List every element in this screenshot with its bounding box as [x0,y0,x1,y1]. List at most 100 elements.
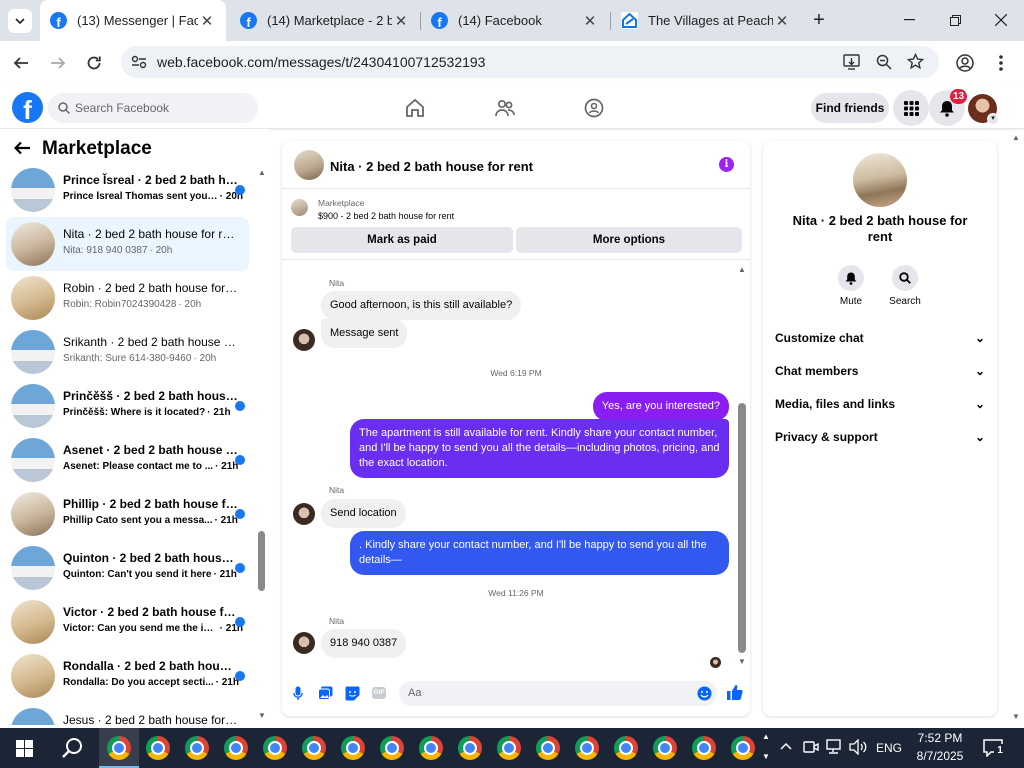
listing-thumbnail[interactable] [291,199,308,216]
scrollbar-thumb[interactable] [258,531,265,591]
chat-avatar[interactable] [294,150,324,180]
close-tab-icon[interactable]: ✕ [581,12,599,30]
photo-icon[interactable] [318,686,333,700]
network-icon[interactable] [826,739,844,755]
address-bar[interactable]: web.facebook.com/messages/t/243041007125… [121,46,939,78]
listing-avatar[interactable] [11,492,55,536]
page-scroll-down-icon[interactable]: ▼ [1012,712,1020,721]
conversation-row[interactable]: Nita · 2 bed 2 bath house for rent Nita: … [6,217,249,271]
gif-icon[interactable]: GIF [372,687,386,699]
chrome-taskbar-icon[interactable] [575,736,599,760]
zoom-icon[interactable] [876,54,892,70]
outgoing-message[interactable]: The apartment is still available for ren… [350,419,729,478]
back-arrow-icon[interactable] [13,55,29,71]
conversation-row[interactable]: Quinton · 2 bed 2 bath house for rent Qui… [6,541,249,595]
conversation-row[interactable]: Prince Ĭsreal · 2 bed 2 bath house for r… [6,163,249,217]
clock-date[interactable]: 8/7/2025 [908,749,972,763]
windows-start-icon[interactable] [16,740,33,757]
meet-now-icon[interactable] [803,739,819,755]
sender-avatar[interactable] [293,329,315,351]
microphone-icon[interactable] [293,686,303,701]
listing-avatar[interactable] [11,438,55,482]
listing-avatar[interactable] [11,546,55,590]
conversation-row[interactable]: Asenet · 2 bed 2 bath house for rent Asen… [6,433,249,487]
sender-avatar[interactable] [293,503,315,525]
chrome-taskbar-icon[interactable] [263,736,287,760]
friends-icon[interactable] [495,98,515,118]
emoji-icon[interactable] [697,686,712,701]
language-indicator[interactable]: ENG [876,741,902,755]
chrome-taskbar-icon[interactable] [302,736,326,760]
privacy-support-section[interactable]: Privacy & support ⌄ [775,430,985,444]
chrome-taskbar-icon[interactable] [380,736,404,760]
scroll-up-icon[interactable]: ▲ [738,265,746,274]
close-tab-icon[interactable]: ✕ [198,12,216,30]
conversation-row[interactable]: Rondalla · 2 bed 2 bath house for rent Ro… [6,649,249,703]
chrome-taskbar-icon[interactable] [419,736,443,760]
listing-avatar[interactable] [11,654,55,698]
close-window-button[interactable] [978,0,1024,40]
more-options-button[interactable]: More options [516,227,742,253]
conversation-row[interactable]: Robin · 2 bed 2 bath house for rent Robin… [6,271,249,325]
menu-button[interactable] [893,90,929,126]
chat-scrollbar[interactable]: ▲ ▼ [737,265,747,667]
chrome-taskbar-icon[interactable] [458,736,482,760]
conversation-row[interactable]: Jesus · 2 bed 2 bath house for rent [6,703,249,725]
media-files-section[interactable]: Media, files and links ⌄ [775,397,985,411]
back-arrow-icon[interactable] [14,141,31,155]
install-app-icon[interactable] [843,54,860,70]
tab-villages[interactable]: The Villages at Peachers ✕ [611,0,801,41]
browser-menu-icon[interactable] [998,54,1004,72]
outgoing-message[interactable]: Yes, are you interested? [592,392,729,421]
minimize-button[interactable] [886,0,932,40]
listing-avatar[interactable] [11,708,55,725]
incoming-message[interactable]: Message sent [321,319,408,348]
scrollbar-thumb[interactable] [738,403,746,653]
tab-marketplace[interactable]: f (14) Marketplace - 2 bed ✕ [230,0,420,41]
thumbs-up-icon[interactable] [726,684,743,701]
conversation-row[interactable]: Victor · 2 bed 2 bath house for rent Vict… [6,595,249,649]
bookmark-star-icon[interactable] [907,53,924,70]
incoming-message[interactable]: 918 940 0387 [321,629,407,658]
account-chevron-icon[interactable]: ▾ [987,113,999,125]
message-input[interactable]: Aa [399,681,717,706]
profile-icon[interactable] [956,54,974,72]
scroll-up-icon[interactable]: ▲ [258,168,266,177]
taskbar-scroll-up-icon[interactable]: ▲ [762,732,770,741]
chrome-taskbar-icon[interactable] [536,736,560,760]
chrome-taskbar-icon[interactable] [341,736,365,760]
chrome-taskbar-icon[interactable] [224,736,248,760]
mark-as-paid-button[interactable]: Mark as paid [291,227,513,253]
search-icon[interactable] [61,737,83,759]
listing-avatar[interactable] [11,600,55,644]
incoming-message[interactable]: Good afternoon, is this still available? [321,291,522,320]
listing-avatar[interactable] [11,222,55,266]
chrome-taskbar-icon[interactable] [146,736,170,760]
search-in-chat-button[interactable] [892,265,918,291]
show-hidden-icons-icon[interactable] [780,742,792,750]
reload-icon[interactable] [86,55,102,71]
chrome-taskbar-icon[interactable] [497,736,521,760]
chrome-taskbar-icon[interactable] [653,736,677,760]
chat-members-section[interactable]: Chat members ⌄ [775,364,985,378]
close-tab-icon[interactable]: ✕ [773,12,791,30]
conversation-row[interactable]: Srikanth · 2 bed 2 bath house for rent Sr… [6,325,249,379]
outgoing-message[interactable]: . Kindly share your contact number, and … [350,531,729,575]
find-friends-button[interactable]: Find friends [811,93,889,123]
sticker-icon[interactable] [345,686,360,701]
conversation-row[interactable]: Phillip · 2 bed 2 bath house for rent Phi… [6,487,249,541]
clock-time[interactable]: 7:52 PM [908,731,972,745]
scroll-down-icon[interactable]: ▼ [738,657,746,666]
listing-avatar[interactable] [11,168,55,212]
chrome-taskbar-icon[interactable] [731,736,755,760]
chrome-taskbar-icon[interactable] [107,736,131,760]
listing-title[interactable]: $900 - 2 bed 2 bath house for rent [318,211,454,221]
mute-button[interactable] [838,265,864,291]
chat-title[interactable]: Nita · 2 bed 2 bath house for rent [330,159,533,174]
chrome-taskbar-icon[interactable] [614,736,638,760]
site-info-icon[interactable] [131,55,147,69]
listing-avatar[interactable] [11,330,55,374]
tab-search-button[interactable] [8,9,32,33]
info-avatar[interactable] [853,153,907,207]
close-tab-icon[interactable]: ✕ [392,12,410,30]
